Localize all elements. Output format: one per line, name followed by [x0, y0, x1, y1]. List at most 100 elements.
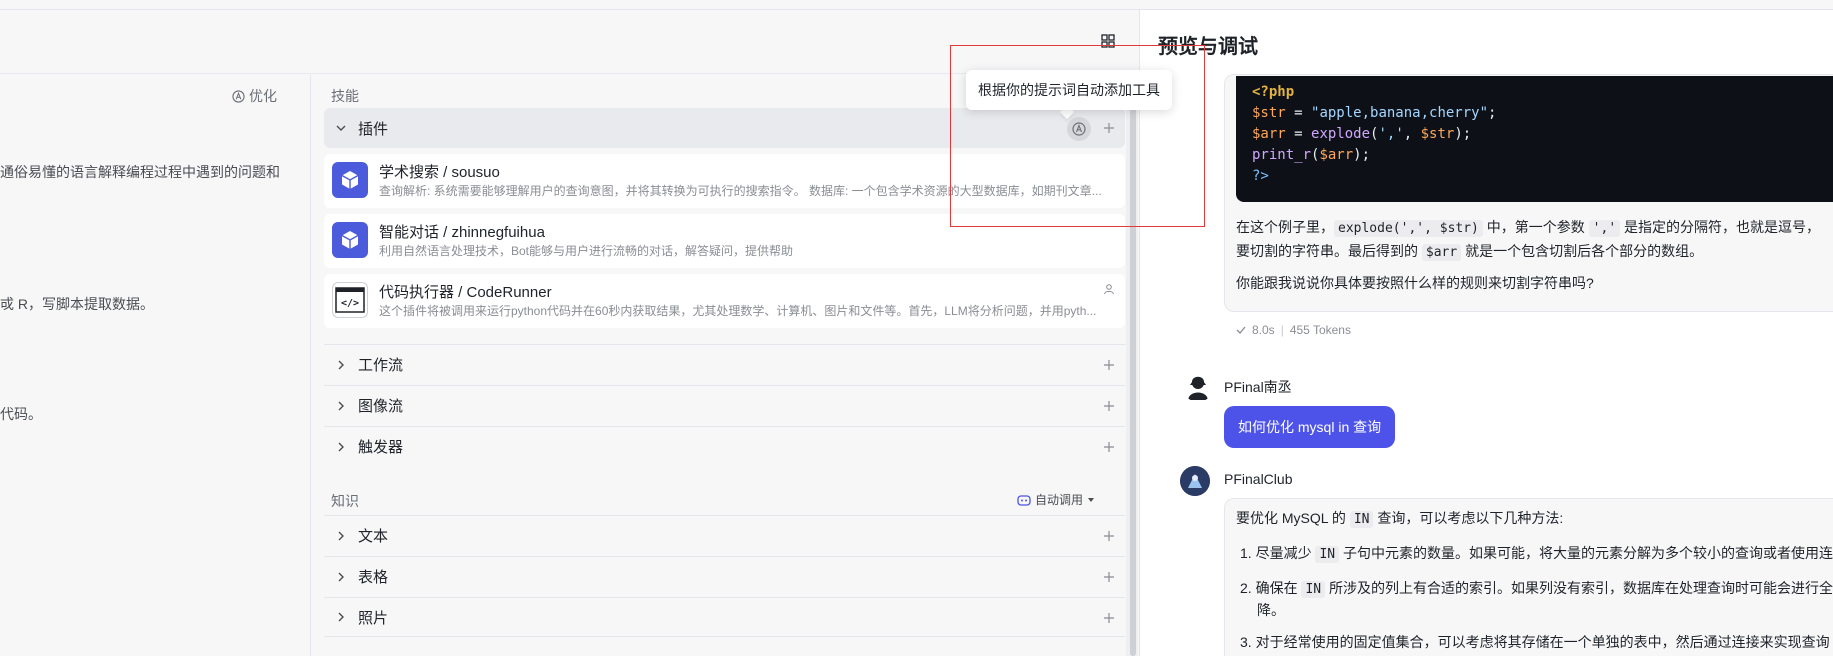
scrollbar-thumb[interactable]	[1130, 88, 1136, 656]
photo-knowledge-row[interactable]: 照片	[324, 597, 1125, 637]
auto-invoke-dropdown[interactable]: 自动调用	[1017, 491, 1095, 508]
auto-add-tooltip: 根据你的提示词自动添加工具	[966, 70, 1172, 110]
user-avatar[interactable]	[1183, 372, 1213, 402]
inline-code: explode(',', $str)	[1334, 220, 1483, 237]
chevron-right-icon[interactable]	[334, 570, 348, 584]
plugin-desc: 查询解析: 系统需要能够理解用户的查询意图，并将其转换为可执行的搜索指令。 数据…	[379, 184, 1102, 198]
caret-down-icon	[1088, 497, 1095, 502]
code-token: explode	[1311, 126, 1371, 142]
preview-panel: 预览与调试 <?php $str = "apple,banana,cherry"…	[1139, 10, 1833, 656]
code-token: ?>	[1252, 168, 1269, 184]
cube-icon	[332, 162, 368, 198]
code-block[interactable]: <?php $str = "apple,banana,cherry"; $arr…	[1236, 76, 1833, 202]
code-token: "apple,banana,cherry"	[1311, 105, 1489, 121]
imageflow-label: 图像流	[358, 398, 404, 415]
optimize-button[interactable]: 优化	[232, 86, 277, 106]
robot-icon	[1017, 494, 1031, 506]
table-knowledge-row[interactable]: 表格	[324, 556, 1125, 596]
window-top-strip	[0, 0, 1833, 10]
user-icon	[1103, 282, 1115, 300]
prompt-text-line[interactable]: 代码。	[0, 404, 42, 424]
skills-section-title: 技能	[331, 88, 359, 104]
chevron-right-icon[interactable]	[334, 610, 348, 624]
code-token: <?php	[1252, 84, 1295, 100]
code-token: $str	[1420, 126, 1455, 142]
code-token: $str	[1252, 105, 1286, 121]
add-text-icon[interactable]	[1101, 528, 1117, 544]
plugin-name: 代码执行器 / CodeRunner	[379, 284, 552, 301]
auto-icon	[1072, 122, 1086, 136]
photo-label: 照片	[358, 609, 389, 627]
bot-name: PFinalClub	[1224, 471, 1293, 487]
check-icon	[1236, 326, 1246, 334]
plugin-name: 智能对话 / zhinnegfuihua	[379, 224, 545, 241]
svg-text:</>: </>	[341, 298, 359, 309]
code-token: print_r	[1252, 147, 1312, 163]
code-icon: </>	[332, 282, 368, 318]
code-token: ,	[1403, 126, 1421, 142]
code-token: $arr	[1319, 147, 1354, 163]
inline-code: IN	[1315, 546, 1340, 563]
bot-paragraph: 要切割的字符串。最后得到的 $arr 就是一个包含切割后各个部分的数组。	[1236, 243, 1704, 261]
inline-code: ','	[1588, 220, 1621, 237]
chevron-right-icon[interactable]	[334, 529, 348, 543]
plugin-name: 学术搜索 / sousuo	[379, 164, 500, 181]
user-message-bubble: 如何优化 mysql in 查询	[1224, 406, 1396, 448]
cube-icon	[332, 222, 368, 258]
add-plugin-icon[interactable]	[1101, 120, 1117, 136]
plugin-card-sousuo[interactable]: 学术搜索 / sousuo 查询解析: 系统需要能够理解用户的查询意图，并将其转…	[324, 154, 1125, 208]
chevron-right-icon[interactable]	[334, 399, 348, 413]
code-token: ;	[1488, 105, 1497, 121]
auto-icon	[232, 89, 245, 103]
auto-add-tool-button[interactable]	[1067, 117, 1091, 141]
meta-time: 8.0s	[1252, 323, 1275, 337]
chevron-right-icon[interactable]	[334, 358, 348, 372]
add-photo-icon[interactable]	[1101, 610, 1117, 626]
plugin-card-zhinnegfuihua[interactable]: 智能对话 / zhinnegfuihua 利用自然语言处理技术，Bot能够与用户…	[324, 214, 1125, 268]
skills-panel: 技能 插件 学术搜索 / sousuo 查询解析: 系统需要能够理解用户的查询意…	[312, 75, 1126, 656]
inline-code: IN	[1301, 581, 1326, 598]
text-knowledge-row[interactable]: 文本	[324, 515, 1125, 555]
list-item: 1. 尽量减少 IN 子句中元素的数量。如果可能，将大量的元素分解为多个较小的查…	[1240, 545, 1833, 563]
add-table-icon[interactable]	[1101, 569, 1117, 585]
preview-title: 预览与调试	[1158, 36, 1258, 58]
message-meta: 8.0s | 455 Tokens	[1236, 323, 1351, 337]
inline-code: IN	[1349, 511, 1374, 528]
chevron-down-icon[interactable]	[334, 121, 348, 135]
add-workflow-icon[interactable]	[1101, 357, 1117, 373]
bot-paragraph: 在这个例子里， explode(',', $str) 中，第一个参数 ',' 是指…	[1236, 219, 1821, 237]
bot-paragraph: 要优化 MySQL 的 IN 查询，可以考虑以下几种方法:	[1236, 510, 1564, 528]
code-token: ','	[1378, 126, 1404, 142]
plugin-card-coderunner[interactable]: </> 代码执行器 / CodeRunner 这个插件将被调用来运行python…	[324, 274, 1125, 328]
auto-invoke-label: 自动调用	[1035, 493, 1084, 507]
trigger-row[interactable]: 触发器	[324, 426, 1125, 466]
prompt-text-line[interactable]: 通俗易懂的语言解释编程过程中遇到的问题和	[0, 162, 280, 182]
plugin-desc: 这个插件将被调用来运行python代码并在60秒内获取结果，尤其处理数学、计算机…	[379, 304, 1097, 318]
editor-header	[0, 10, 1138, 74]
code-token: );	[1353, 147, 1371, 163]
code-token: );	[1454, 126, 1472, 142]
list-item: 2. 确保在 IN 所涉及的列上有合适的索引。如果列没有索引，数据库在处理查询时…	[1240, 580, 1833, 598]
list-item: 3. 对于经常使用的固定值集合，可以考虑将其存储在一个单独的表中，然后通过连接来…	[1240, 634, 1830, 650]
plugins-label: 插件	[358, 120, 389, 138]
optimize-label: 优化	[249, 88, 277, 104]
chevron-right-icon[interactable]	[334, 440, 348, 454]
add-imageflow-icon[interactable]	[1101, 398, 1117, 414]
code-token: =	[1285, 105, 1312, 121]
trigger-label: 触发器	[358, 439, 404, 456]
prompt-panel: 优化 通俗易懂的语言解释编程过程中遇到的问题和 戓 R，写脚本提取数据。 代码。	[0, 75, 311, 656]
prompt-text-line[interactable]: 戓 R，写脚本提取数据。	[0, 294, 154, 314]
grid-icon[interactable]	[1098, 31, 1118, 51]
plugins-header[interactable]: 插件	[324, 108, 1125, 148]
user-name: PFinal南丞	[1224, 379, 1292, 395]
code-token: =	[1285, 126, 1312, 142]
workflow-row[interactable]: 工作流	[324, 344, 1125, 384]
code-token: $arr	[1252, 126, 1286, 142]
table-label: 表格	[358, 569, 389, 586]
imageflow-row[interactable]: 图像流	[324, 385, 1125, 425]
bot-avatar[interactable]	[1180, 466, 1210, 496]
text-label: 文本	[358, 528, 389, 545]
list-item-continuation: 降。	[1257, 602, 1285, 618]
add-trigger-icon[interactable]	[1101, 439, 1117, 455]
workflow-label: 工作流	[358, 357, 404, 374]
